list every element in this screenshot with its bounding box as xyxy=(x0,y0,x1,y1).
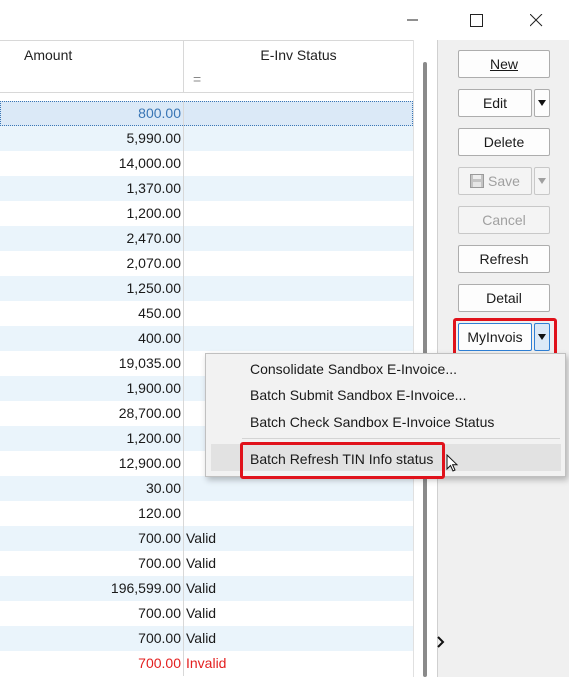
amount-cell: 700.00 xyxy=(0,601,184,626)
edit-button[interactable]: Edit xyxy=(458,89,532,117)
detail-button[interactable]: Detail xyxy=(458,284,550,312)
amount-cell: 196,599.00 xyxy=(0,576,184,601)
amount-cell: 2,070.00 xyxy=(0,251,184,276)
amount-cell: 5,990.00 xyxy=(0,126,184,151)
table-row[interactable]: 700.00 Valid xyxy=(0,601,413,626)
mouse-cursor-icon xyxy=(446,454,459,472)
table-row[interactable]: 700.00 Invalid xyxy=(0,651,413,676)
column-header-einv-status-label: E-Inv Status xyxy=(260,47,337,63)
amount-cell: 19,035.00 xyxy=(0,351,184,376)
amount-cell: 1,250.00 xyxy=(0,276,184,301)
column-header-amount[interactable]: Amount xyxy=(0,41,184,93)
amount-cell: 28,700.00 xyxy=(0,401,184,426)
chevron-right-icon[interactable] xyxy=(437,636,445,648)
save-dropdown-button[interactable] xyxy=(534,167,550,195)
table-row[interactable]: 700.00 Valid xyxy=(0,551,413,576)
amount-cell: 700.00 xyxy=(0,626,184,651)
menu-separator xyxy=(242,438,560,439)
table-row[interactable]: 196,599.00 Valid xyxy=(0,576,413,601)
table-row[interactable]: 400.00 xyxy=(0,326,413,351)
table-row[interactable]: 30.00 xyxy=(0,476,413,501)
minimize-button[interactable] xyxy=(390,0,436,40)
table-row[interactable]: 1,370.00 xyxy=(0,176,413,201)
einv-status-cell: Valid xyxy=(186,630,217,646)
table-row[interactable]: 120.00 xyxy=(0,501,413,526)
table-row[interactable]: 700.00 Valid xyxy=(0,626,413,651)
amount-cell: 400.00 xyxy=(0,326,184,351)
table-row[interactable]: 5,990.00 xyxy=(0,126,413,151)
amount-cell: 1,900.00 xyxy=(0,376,184,401)
amount-cell: 700.00 xyxy=(0,526,184,551)
close-icon xyxy=(529,13,542,26)
column-header-amount-label: Amount xyxy=(24,47,73,63)
cancel-button-label: Cancel xyxy=(482,212,526,228)
chevron-down-icon xyxy=(538,100,546,106)
menu-item-batch-check[interactable]: Batch Check Sandbox E-Invoice Status xyxy=(250,414,494,430)
minimize-icon xyxy=(407,19,418,21)
edit-dropdown-button[interactable] xyxy=(534,89,550,117)
einv-status-cell: Valid xyxy=(186,555,217,571)
table-row[interactable]: 14,000.00 xyxy=(0,151,413,176)
maximize-button[interactable] xyxy=(453,0,499,40)
menu-item-batch-submit[interactable]: Batch Submit Sandbox E-Invoice... xyxy=(250,387,466,403)
amount-cell: 2,470.00 xyxy=(0,226,184,251)
delete-button[interactable]: Delete xyxy=(458,128,550,156)
amount-cell: 700.00 xyxy=(0,551,184,576)
chevron-down-icon xyxy=(538,178,546,184)
menu-item-consolidate[interactable]: Consolidate Sandbox E-Invoice... xyxy=(250,361,457,377)
table-row[interactable]: 800.00 xyxy=(0,101,413,126)
highlight-box-batch-refresh xyxy=(240,442,445,479)
table-row[interactable]: 1,250.00 xyxy=(0,276,413,301)
refresh-button[interactable]: Refresh xyxy=(458,245,550,273)
maximize-icon xyxy=(469,13,483,27)
grid-header: Amount E-Inv Status = xyxy=(0,41,413,93)
edit-button-label: Edit xyxy=(482,95,508,111)
amount-cell: 120.00 xyxy=(0,501,184,526)
einv-status-cell: Valid xyxy=(186,580,217,596)
amount-cell: 700.00 xyxy=(0,651,184,676)
einv-status-cell: Valid xyxy=(186,530,217,546)
save-button[interactable]: Save xyxy=(458,167,532,195)
filter-row-equals[interactable]: = xyxy=(193,71,201,87)
delete-button-label: Delete xyxy=(483,134,525,150)
table-row[interactable]: 2,470.00 xyxy=(0,226,413,251)
einv-status-cell: Valid xyxy=(186,605,217,621)
save-icon xyxy=(470,174,485,188)
refresh-button-label: Refresh xyxy=(479,251,529,267)
amount-cell: 450.00 xyxy=(0,301,184,326)
new-button[interactable]: New xyxy=(458,50,550,78)
amount-cell: 14,000.00 xyxy=(0,151,184,176)
amount-cell: 30.00 xyxy=(0,476,184,501)
amount-cell: 12,900.00 xyxy=(0,451,184,476)
close-button[interactable] xyxy=(513,0,559,40)
title-bar xyxy=(0,0,569,40)
new-button-label: New xyxy=(489,56,518,72)
cancel-button[interactable]: Cancel xyxy=(458,206,550,234)
table-row[interactable]: 2,070.00 xyxy=(0,251,413,276)
save-button-label: Save xyxy=(488,173,520,189)
amount-cell: 1,200.00 xyxy=(0,426,184,451)
amount-cell: 800.00 xyxy=(0,101,184,126)
column-header-einv-status[interactable]: E-Inv Status = xyxy=(184,41,413,93)
amount-cell: 1,370.00 xyxy=(0,176,184,201)
highlight-box-myinvois xyxy=(453,318,557,356)
einv-status-cell: Invalid xyxy=(186,655,227,671)
table-row[interactable]: 450.00 xyxy=(0,301,413,326)
table-row[interactable]: 700.00 Valid xyxy=(0,526,413,551)
table-row[interactable]: 1,200.00 xyxy=(0,201,413,226)
detail-button-label: Detail xyxy=(486,290,522,306)
amount-cell: 1,200.00 xyxy=(0,201,184,226)
